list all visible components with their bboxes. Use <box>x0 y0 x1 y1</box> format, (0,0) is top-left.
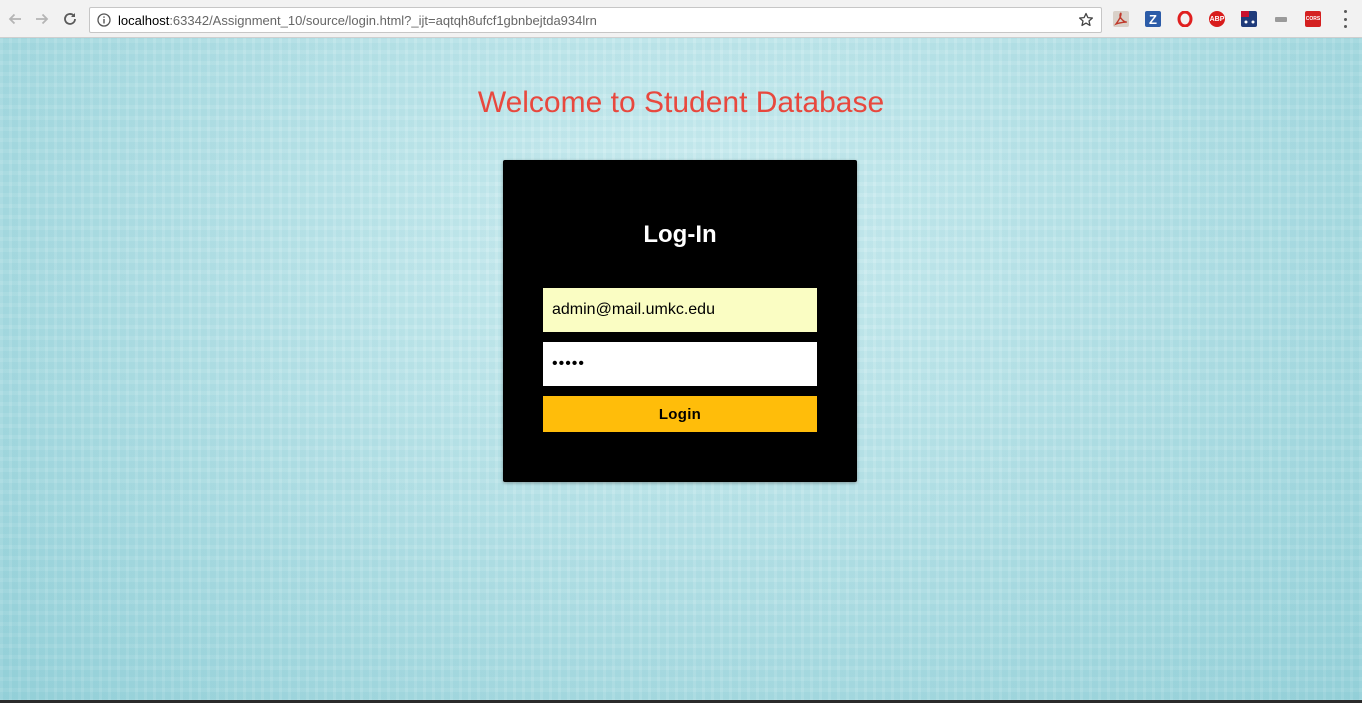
back-arrow-icon <box>8 13 21 25</box>
login-heading: Log-In <box>643 221 717 248</box>
address-bar[interactable]: localhost:63342/Assignment_10/source/log… <box>89 7 1102 33</box>
adblock-plus-extension-icon[interactable]: ABP <box>1209 11 1225 27</box>
reload-button[interactable] <box>59 8 81 30</box>
cors-extension-icon[interactable]: CORS <box>1305 11 1321 27</box>
url-host: localhost <box>118 13 170 28</box>
zotero-extension-icon[interactable]: Z <box>1145 11 1161 27</box>
forward-button[interactable] <box>31 8 53 30</box>
reload-icon <box>64 13 76 25</box>
browser-toolbar: localhost:63342/Assignment_10/source/log… <box>0 0 1362 38</box>
login-card: Log-In Login <box>503 160 857 482</box>
browser-menu-icon[interactable] <box>1337 10 1353 28</box>
login-button[interactable]: Login <box>543 396 817 432</box>
flag-extension-icon[interactable] <box>1241 11 1257 27</box>
bookmark-star-icon[interactable] <box>1077 11 1095 29</box>
generic-extension-icon[interactable] <box>1273 11 1289 27</box>
page-background: Welcome to Student Database Log-In Login <box>0 38 1362 703</box>
email-field[interactable] <box>543 288 817 332</box>
info-icon[interactable] <box>96 12 112 28</box>
page-title: Welcome to Student Database <box>477 86 885 119</box>
url-text[interactable]: localhost:63342/Assignment_10/source/log… <box>118 12 597 30</box>
password-field[interactable] <box>543 342 817 386</box>
acrobat-extension-icon[interactable] <box>1113 11 1129 27</box>
forward-arrow-icon <box>36 13 49 25</box>
url-path: :63342/Assignment_10/source/login.html?_… <box>169 13 597 28</box>
back-button[interactable] <box>4 8 26 30</box>
opera-extension-icon[interactable] <box>1177 11 1193 27</box>
